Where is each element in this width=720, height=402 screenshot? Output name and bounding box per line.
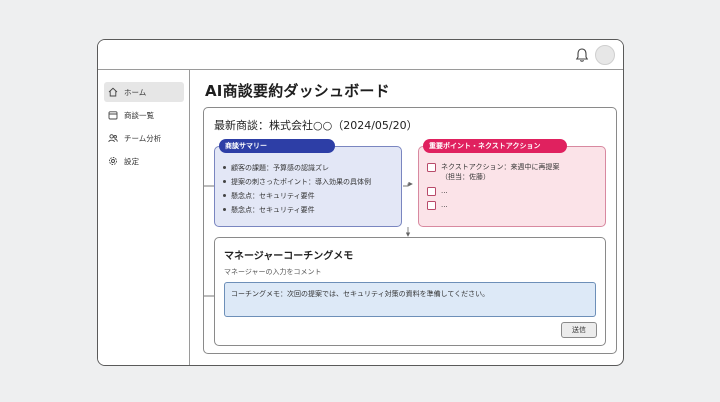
team-icon (108, 134, 118, 143)
bell-icon[interactable] (575, 47, 589, 63)
point-subtext: （担当：佐藤） (441, 173, 490, 181)
point-text: ... (441, 201, 448, 209)
list-item: 懸念点：セキュリティ要件 (223, 189, 371, 203)
sidebar-item-home[interactable]: ホーム (104, 82, 184, 102)
coaching-memo-field[interactable]: コーチングメモ：次回の提案では、セキュリティ対策の資料を準備してください。 (224, 282, 596, 317)
deal-title: 最新商談：株式会社○○（2024/05/20） (214, 119, 418, 132)
key-points-heading: 重要ポイント・ネクストアクション (423, 139, 567, 153)
list-item: ネクストアクション：来週中に再提案 （担当：佐藤） (427, 162, 559, 182)
summary-panel: 商談サマリー 顧客の課題：予算感の認識ズレ 提案の刺さったポイント：導入効果の具… (214, 139, 402, 227)
sidebar-item-deals[interactable]: 商談一覧 (104, 105, 184, 125)
sidebar-item-label: チーム分析 (124, 133, 162, 143)
list-item: 懸念点：セキュリティ要件 (223, 203, 371, 217)
list-item: 提案の刺さったポイント：導入効果の具体例 (223, 175, 371, 189)
deal-card: 最新商談：株式会社○○（2024/05/20） 商談サマリー 顧客の課題：予算感… (203, 107, 617, 354)
main-content: AI商談要約ダッシュボード 最新商談：株式会社○○（2024/05/20） 商談… (191, 70, 623, 365)
key-points-list: ネクストアクション：来週中に再提案 （担当：佐藤） ... ... (427, 162, 559, 214)
page-title: AI商談要約ダッシュボード (205, 82, 390, 100)
sidebar-item-label: ホーム (124, 87, 147, 97)
sidebar-item-team-analysis[interactable]: チーム分析 (104, 128, 184, 148)
summary-list: 顧客の課題：予算感の認識ズレ 提案の刺さったポイント：導入効果の具体例 懸念点：… (223, 161, 371, 217)
calendar-icon (108, 111, 118, 120)
sidebar-item-label: 設定 (124, 156, 139, 166)
top-bar (98, 40, 623, 70)
summary-heading: 商談サマリー (219, 139, 335, 153)
key-points-panel: 重要ポイント・ネクストアクション ネクストアクション：来週中に再提案 （担当：佐… (418, 139, 606, 227)
gear-icon (109, 157, 117, 165)
sidebar: ホーム 商談一覧 チーム分析 設定 (98, 70, 190, 365)
app-window: ホーム 商談一覧 チーム分析 設定 AI商談要約ダッシュボード 最新商談：株式会… (97, 39, 624, 366)
coaching-subtitle: マネージャーの入力をコメント (224, 268, 322, 276)
checkbox[interactable] (427, 162, 436, 172)
home-icon (108, 87, 118, 97)
coaching-card: マネージャーコーチングメモ マネージャーの入力をコメント コーチングメモ：次回の… (214, 237, 606, 346)
checkbox[interactable] (427, 200, 436, 210)
coaching-title: マネージャーコーチングメモ (224, 251, 354, 262)
avatar[interactable] (595, 45, 615, 65)
point-text: ネクストアクション：来週中に再提案 (441, 163, 560, 171)
sidebar-item-label: 商談一覧 (124, 110, 154, 120)
sidebar-item-settings[interactable]: 設定 (104, 151, 184, 171)
list-item: 顧客の課題：予算感の認識ズレ (223, 161, 371, 175)
list-item: ... (427, 200, 559, 210)
send-button[interactable]: 送信 (561, 322, 597, 338)
list-item: ... (427, 186, 559, 196)
point-text: ... (441, 187, 448, 195)
checkbox[interactable] (427, 186, 436, 196)
